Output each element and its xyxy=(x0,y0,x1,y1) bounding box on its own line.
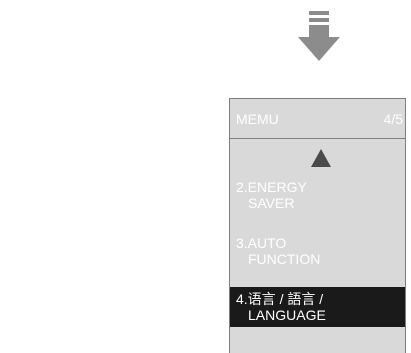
menu-item-label: 4.语言 / 語言 / xyxy=(236,291,324,307)
menu-header: MEMU 4/5 xyxy=(230,99,405,139)
arrow-head xyxy=(298,37,340,61)
menu-item-energy-saver[interactable]: 2.ENERGY SAVER xyxy=(230,179,405,215)
arrow-bar xyxy=(309,18,329,22)
menu-panel: MEMU 4/5 2.ENERGY SAVER 3.AUTO FUNCTION … xyxy=(229,98,406,353)
menu-title: MEMU xyxy=(236,111,279,127)
menu-item-auto-function[interactable]: 3.AUTO FUNCTION xyxy=(230,235,405,271)
menu-item-label: SAVER xyxy=(248,195,295,211)
arrow-shaft xyxy=(309,25,329,37)
up-triangle-icon[interactable] xyxy=(311,149,331,167)
menu-item-language[interactable]: 4.语言 / 語言 / LANGUAGE xyxy=(230,287,405,327)
menu-page-indicator: 4/5 xyxy=(383,111,403,127)
arrow-bar xyxy=(309,11,329,15)
menu-item-label: LANGUAGE xyxy=(248,307,326,323)
page: MEMU 4/5 2.ENERGY SAVER 3.AUTO FUNCTION … xyxy=(0,0,411,353)
menu-item-label: FUNCTION xyxy=(248,251,321,267)
down-arrow-icon xyxy=(298,11,342,63)
menu-item-label: 2.ENERGY xyxy=(236,179,307,195)
menu-item-label: 3.AUTO xyxy=(236,235,287,251)
